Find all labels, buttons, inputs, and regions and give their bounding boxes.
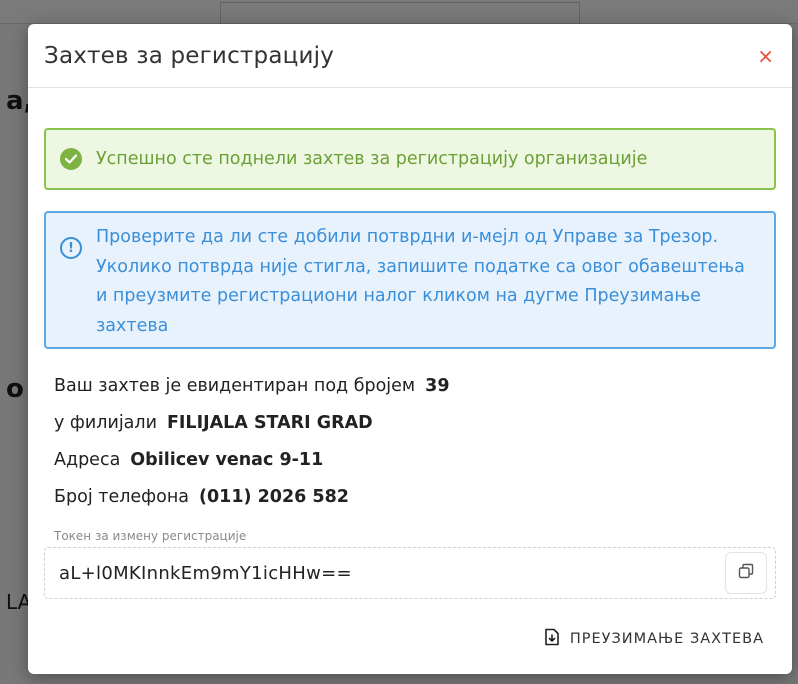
success-alert-text: Успешно сте поднели захтев за регистраци…: [96, 149, 648, 169]
request-number-value: 39: [425, 375, 450, 396]
success-alert: Успешно сте поднели захтев за регистраци…: [44, 128, 776, 190]
info-circle-icon: !: [60, 237, 82, 259]
check-circle-icon: [60, 148, 82, 170]
close-button[interactable]: ×: [757, 46, 774, 66]
branch-value: FILIJALA STARI GRAD: [166, 412, 373, 433]
address-row: Адреса Obilicev venac 9-11: [54, 441, 776, 478]
address-label: Адреса: [54, 449, 121, 470]
token-label: Токен за измену регистрације: [54, 529, 247, 543]
info-alert: ! Проверите да ли сте добили потврдни и-…: [44, 211, 776, 349]
phone-value: (011) 2026 582: [199, 486, 349, 507]
address-value: Obilicev venac 9-11: [130, 449, 324, 470]
request-number-row: Ваш захтев је евидентиран под бројем 39: [54, 367, 776, 404]
branch-row: у филијали FILIJALA STARI GRAD: [54, 404, 776, 441]
branch-label: у филијали: [54, 412, 157, 433]
download-request-button[interactable]: ПРЕУЗИМАЊЕ ЗАХТЕВА: [544, 628, 764, 650]
modal-header: Захтев за регистрацију ×: [28, 24, 792, 88]
file-download-icon: [544, 628, 560, 650]
info-alert-text: Проверите да ли сте добили потврдни и-ме…: [96, 227, 745, 336]
registration-request-modal: Захтев за регистрацију × Успешно сте под…: [28, 24, 792, 674]
modal-body: Успешно сте поднели захтев за регистраци…: [28, 88, 792, 599]
copy-button[interactable]: [725, 552, 767, 594]
download-request-label: ПРЕУЗИМАЊЕ ЗАХТЕВА: [569, 631, 764, 647]
phone-row: Број телефона (011) 2026 582: [54, 478, 776, 515]
modal-title: Захтев за регистрацију: [44, 42, 335, 69]
request-number-label: Ваш захтев је евидентиран под бројем: [54, 375, 416, 396]
copy-icon: [738, 563, 754, 583]
token-field[interactable]: aL+l0MKInnkEm9mY1icHHw==: [44, 547, 776, 599]
phone-label: Број телефона: [54, 486, 189, 507]
token-value[interactable]: aL+l0MKInnkEm9mY1icHHw==: [59, 563, 352, 584]
request-details: Ваш захтев је евидентиран под бројем 39 …: [44, 367, 776, 515]
